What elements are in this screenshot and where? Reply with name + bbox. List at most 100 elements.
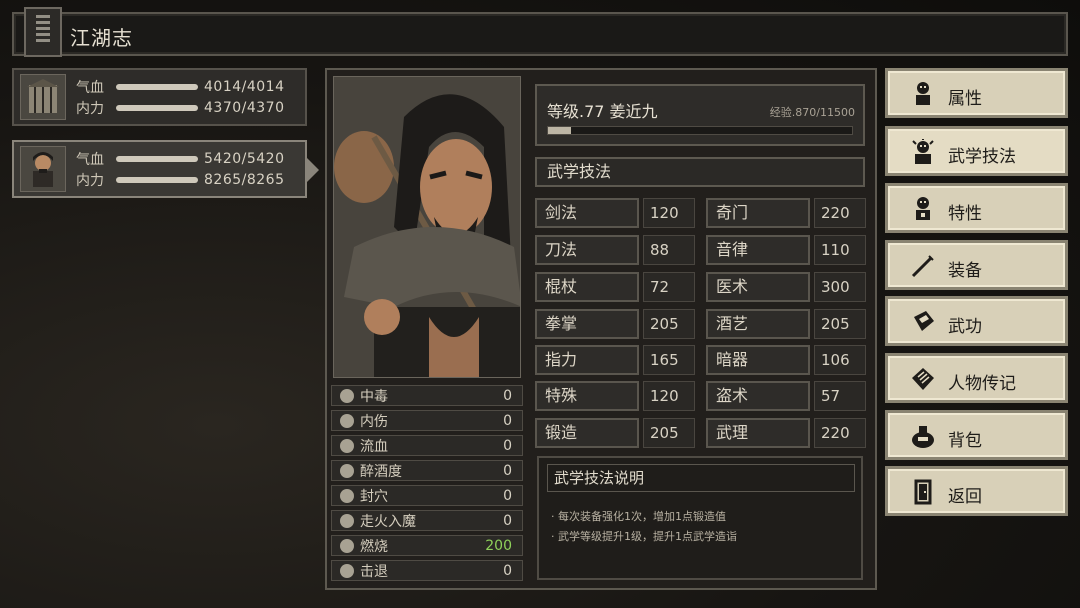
status-name: 走火入魔 (360, 513, 416, 530)
mp-row: 内力 4370/4370 (76, 98, 301, 118)
skill-name: 锻造 (535, 418, 639, 448)
selected-arrow-icon (307, 158, 319, 182)
scroll-icon (910, 366, 936, 392)
skill-finger[interactable]: 指力 165 (535, 345, 695, 375)
menu-button-biography[interactable]: 人物传记 (885, 353, 1068, 403)
mp-value: 8265/8265 (204, 172, 285, 188)
skill-blade[interactable]: 刀法 88 (535, 235, 695, 265)
mp-bar (116, 177, 198, 183)
character-portrait (333, 76, 521, 378)
skill-hidden-weapon[interactable]: 暗器 106 (706, 345, 866, 375)
status-name: 流血 (360, 438, 388, 455)
menu-button-martial-skills[interactable]: 武学技法 (885, 126, 1068, 176)
status-value: 0 (503, 562, 512, 579)
level-info: 等级.77 姜近九 经验.870/11500 (535, 84, 865, 146)
knockback-icon (340, 563, 354, 578)
skill-value: 220 (814, 198, 866, 228)
blood-drop-icon (340, 438, 354, 453)
party-member-2[interactable]: 气血 5420/5420 内力 8265/8265 (12, 140, 307, 198)
skill-forging[interactable]: 锻造 205 (535, 418, 695, 448)
skill-name: 医术 (706, 272, 810, 302)
status-item-drunk: 醉酒度 0 (331, 460, 523, 481)
menu-button-traits[interactable]: 特性 (885, 183, 1068, 233)
flame-icon (340, 538, 354, 553)
status-name: 击退 (360, 563, 388, 580)
menu-button-return[interactable]: 返回 (885, 466, 1068, 516)
cage-portrait-icon (20, 74, 66, 120)
status-value: 0 (503, 462, 512, 479)
status-name: 封穴 (360, 488, 388, 505)
sword-icon (910, 253, 936, 279)
menu-label: 背包 (948, 431, 982, 451)
status-name: 醉酒度 (360, 463, 402, 480)
status-value: 0 (503, 412, 512, 429)
menu-label: 特性 (948, 204, 982, 224)
skill-thievery[interactable]: 盗术 57 (706, 381, 866, 411)
status-name: 中毒 (360, 388, 388, 405)
skill-medicine[interactable]: 医术 300 (706, 272, 866, 302)
level-name: 等级.77 姜近九 (547, 102, 658, 121)
broken-heart-icon (340, 413, 354, 428)
skill-value: 88 (643, 235, 695, 265)
hp-value: 5420/5420 (204, 151, 285, 167)
skills-description: 武学技法说明 · 每次装备强化1次，增加1点锻造值 · 武学等级提升1级，提升1… (537, 456, 863, 580)
menu-button-attributes[interactable]: 属性 (885, 68, 1068, 118)
description-title: 武学技法说明 (547, 464, 855, 492)
page-title: 江湖志 (70, 26, 133, 50)
mp-label: 内力 (76, 173, 104, 189)
hero-portrait-icon (20, 146, 66, 192)
menu-button-equipment[interactable]: 装备 (885, 240, 1068, 290)
skill-name: 棍杖 (535, 272, 639, 302)
skill-value: 165 (643, 345, 695, 375)
mad-face-icon (340, 513, 354, 528)
martial-person-icon (910, 139, 936, 165)
skill-qimen[interactable]: 奇门 220 (706, 198, 866, 228)
acupoint-icon (340, 488, 354, 503)
hp-row: 气血 5420/5420 (76, 149, 301, 169)
status-name: 燃烧 (360, 538, 388, 555)
skill-value: 120 (643, 381, 695, 411)
skill-value: 220 (814, 418, 866, 448)
skill-name: 音律 (706, 235, 810, 265)
skill-name: 武理 (706, 418, 810, 448)
skill-name: 奇门 (706, 198, 810, 228)
skill-fist[interactable]: 拳掌 205 (535, 309, 695, 339)
exp-text: 经验.870/11500 (769, 106, 855, 119)
skill-name: 盗术 (706, 381, 810, 411)
mp-bar (116, 105, 198, 111)
skill-sword[interactable]: 剑法 120 (535, 198, 695, 228)
skill-value: 57 (814, 381, 866, 411)
trait-person-icon (910, 196, 936, 222)
status-item-poison: 中毒 0 (331, 385, 523, 406)
status-value: 0 (503, 487, 512, 504)
person-icon (910, 81, 936, 107)
menu-button-inventory[interactable]: 背包 (885, 410, 1068, 460)
title-bar (12, 12, 1068, 56)
skill-staff[interactable]: 棍杖 72 (535, 272, 695, 302)
bag-icon (910, 423, 936, 449)
mp-row: 内力 8265/8265 (76, 170, 301, 190)
menu-button-martial-arts[interactable]: 武功 (885, 296, 1068, 346)
party-member-1[interactable]: 气血 4014/4014 内力 4370/4370 (12, 68, 307, 126)
skill-brewing[interactable]: 酒艺 205 (706, 309, 866, 339)
hp-bar (116, 84, 198, 90)
skill-value: 72 (643, 272, 695, 302)
drunk-face-icon (340, 463, 354, 478)
menu-label: 武学技法 (948, 147, 1016, 167)
skill-martial-theory[interactable]: 武理 220 (706, 418, 866, 448)
skill-value: 205 (814, 309, 866, 339)
menu-label: 属性 (948, 89, 982, 109)
skill-value: 120 (643, 198, 695, 228)
hp-label: 气血 (76, 152, 104, 168)
status-item-bleeding: 流血 0 (331, 435, 523, 456)
description-line: · 武学等级提升1级，提升1点武学造诣 (551, 530, 737, 543)
menu-label: 装备 (948, 261, 982, 281)
skill-name: 拳掌 (535, 309, 639, 339)
skill-name: 刀法 (535, 235, 639, 265)
skill-music[interactable]: 音律 110 (706, 235, 866, 265)
skill-special[interactable]: 特殊 120 (535, 381, 695, 411)
skill-name: 指力 (535, 345, 639, 375)
skill-name: 特殊 (535, 381, 639, 411)
skill-value: 110 (814, 235, 866, 265)
status-effects-list: 中毒 0 内伤 0 流血 0 醉酒度 0 封穴 0 走火入魔 0 燃烧 200 … (331, 385, 523, 585)
